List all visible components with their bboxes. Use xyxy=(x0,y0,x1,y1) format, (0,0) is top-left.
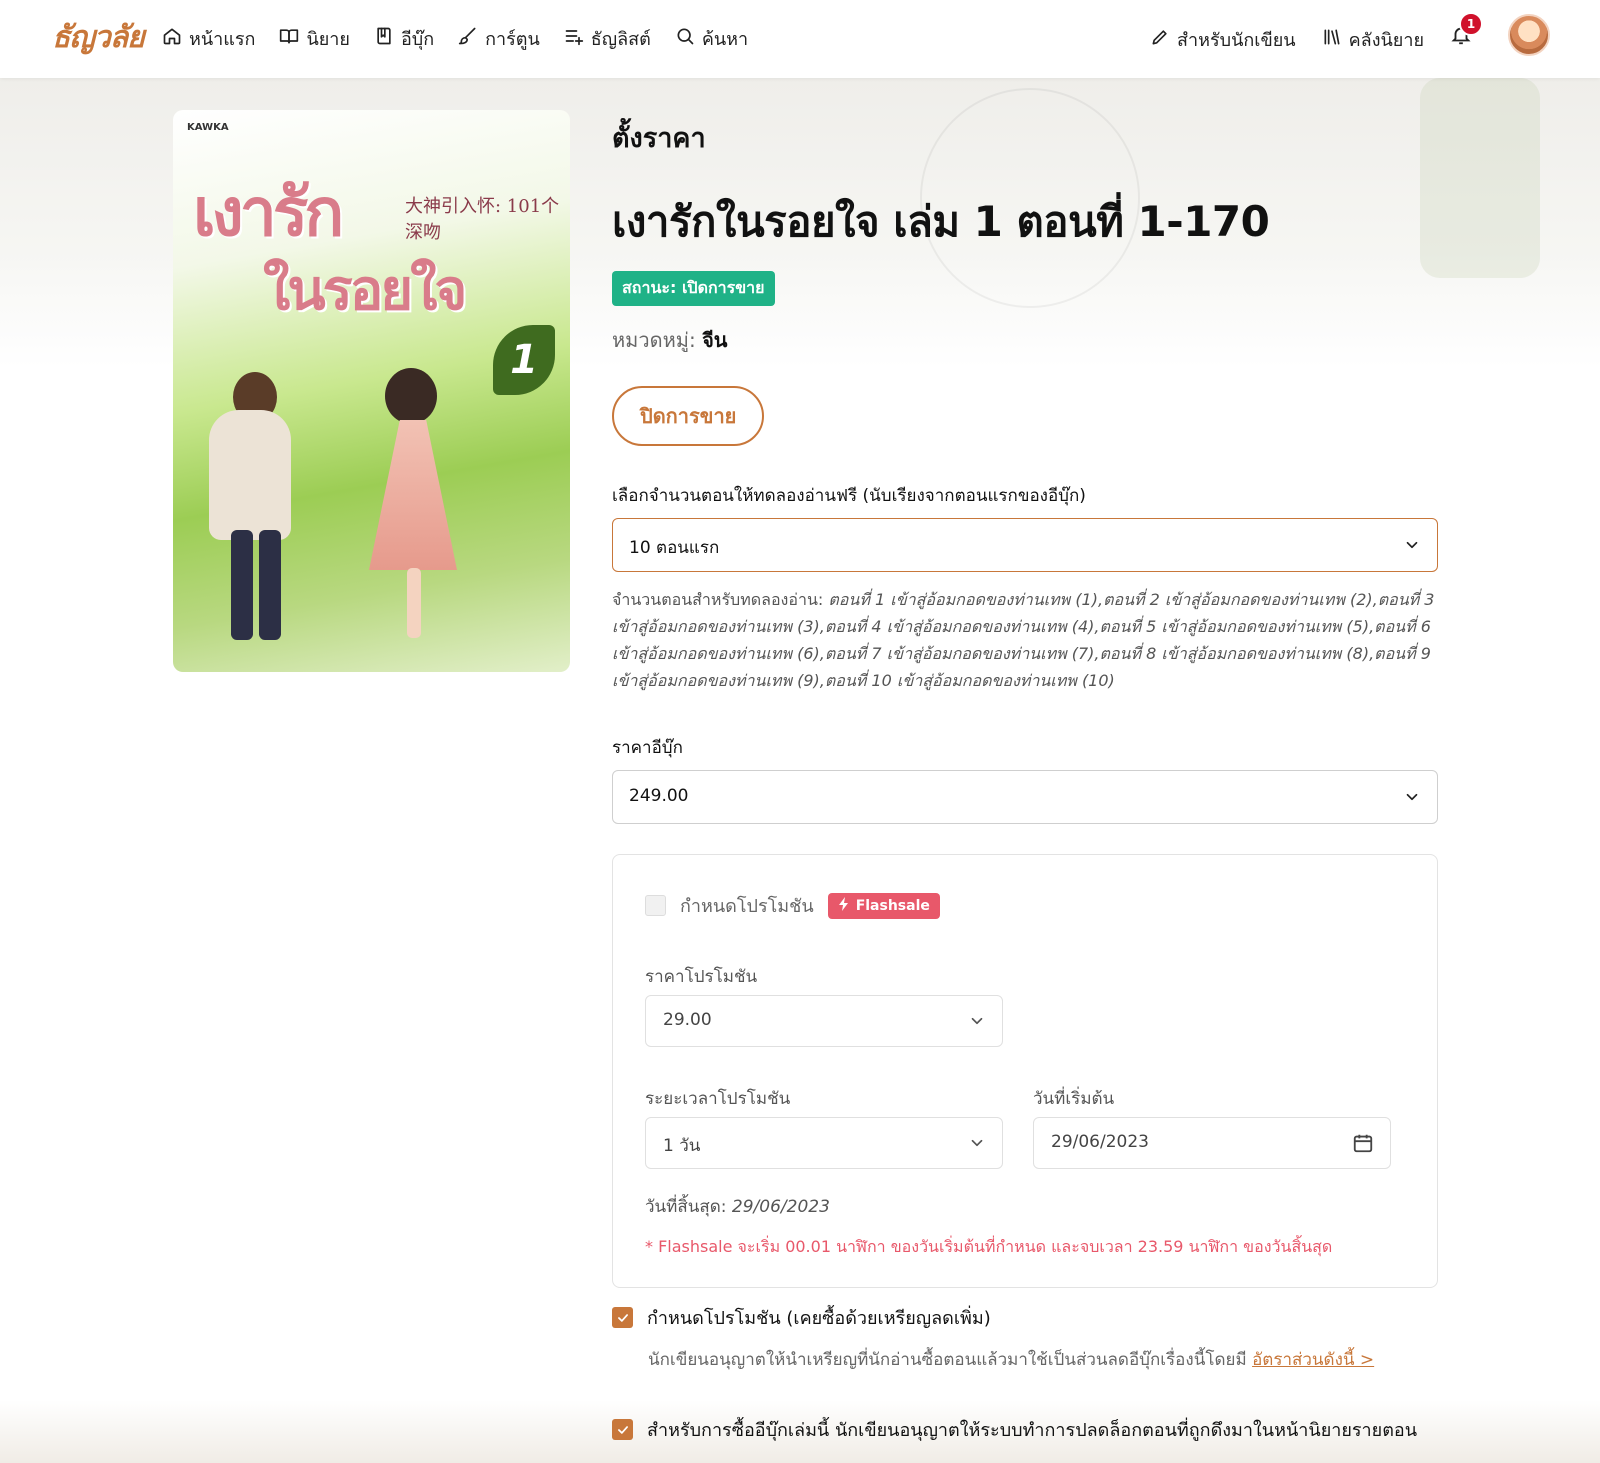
search-icon xyxy=(675,26,695,51)
nav-library-label: คลังนิยาย xyxy=(1348,29,1424,51)
promo-start-value: 29/06/2023 xyxy=(1051,1132,1149,1152)
nav-home[interactable]: หน้าแรก xyxy=(162,24,255,53)
nav-ebooks[interactable]: อีบุ๊ก xyxy=(374,24,434,53)
chevron-down-icon xyxy=(1403,536,1421,554)
cover-illustration xyxy=(231,530,253,640)
main-nav: หน้าแรก นิยาย อีบุ๊ก การ์ตูน ธัญลิสต์ ค้… xyxy=(162,24,772,53)
cover-title-line2: ในรอยใจ xyxy=(263,257,467,323)
nav-search-label: ค้นหา xyxy=(701,29,749,50)
free-trial-label: เลือกจำนวนตอนให้ทดลองอ่านฟรี (นับเรียงจา… xyxy=(612,486,1086,506)
close-sale-button[interactable]: ปิดการขาย xyxy=(612,386,765,446)
free-trial-summary-label: จำนวนตอนสำหรับทดลองอ่าน: xyxy=(612,590,824,609)
promo-end-value: 29/06/2023 xyxy=(731,1197,830,1217)
user-avatar[interactable] xyxy=(1508,14,1550,56)
promo-start-date-input[interactable]: 29/06/2023 xyxy=(1033,1117,1391,1169)
nav-for-writers[interactable]: สำหรับนักเขียน xyxy=(1150,25,1296,54)
site-logo[interactable]: ธัญวลัย xyxy=(52,14,145,62)
promotion-card: กำหนดโปรโมชัน Flashsale ราคาโปรโมชัน 29.… xyxy=(612,854,1438,1288)
status-badge: สถานะ: เปิดการขาย xyxy=(612,271,775,306)
pricing-form: ตั้งราคา เงารักในรอยใจ เล่ม 1 ตอนที่ 1-1… xyxy=(612,110,1438,1288)
cover-volume-badge: 1 xyxy=(493,325,555,395)
promo-price-select[interactable]: 29.00 xyxy=(645,995,1003,1047)
cover-illustration xyxy=(209,410,291,540)
unlock-checkbox[interactable] xyxy=(612,1419,633,1440)
chevron-down-icon xyxy=(968,1012,986,1030)
price-select[interactable]: 249.00 xyxy=(612,770,1438,824)
ebook-icon xyxy=(374,26,394,51)
nav-right: สำหรับนักเขียน คลังนิยาย 1 xyxy=(1150,12,1550,56)
promotion-toggle-row: กำหนดโปรโมชัน Flashsale xyxy=(645,891,940,920)
nav-novels[interactable]: นิยาย xyxy=(279,24,350,53)
top-navbar: ธัญวลัย หน้าแรก นิยาย อีบุ๊ก การ์ตูน ธัญ… xyxy=(0,0,1600,78)
promo-duration-label: ระยะเวลาโปรโมชัน xyxy=(645,1089,791,1109)
nav-comics[interactable]: การ์ตูน xyxy=(458,24,540,53)
cover-illustration xyxy=(259,530,281,640)
promo-price-label: ราคาโปรโมชัน xyxy=(645,967,758,987)
price-label: ราคาอีบุ๊ก xyxy=(612,738,683,758)
library-icon xyxy=(1322,27,1342,52)
nav-tunlist[interactable]: ธัญลิสต์ xyxy=(564,24,651,53)
check-icon xyxy=(617,1425,628,1434)
promo-end-label: วันที่สิ้นสุด: xyxy=(645,1197,727,1217)
nav-for-writers-label: สำหรับนักเขียน xyxy=(1177,29,1296,51)
flashsale-badge-label: Flashsale xyxy=(855,897,930,914)
flashsale-note: * Flashsale จะเริ่ม 00.01 นาฬิกา ของวันเ… xyxy=(645,1237,1333,1256)
notification-count-badge: 1 xyxy=(1459,12,1483,36)
flashsale-badge: Flashsale xyxy=(827,892,940,919)
cover-illustration xyxy=(369,420,457,570)
unlock-label: สำหรับการซื้ออีบุ๊กเล่มนี้ นักเขียนอนุญา… xyxy=(647,1420,1418,1441)
free-trial-summary: จำนวนตอนสำหรับทดลองอ่าน: ตอนที่ 1 เข้าสู… xyxy=(612,586,1438,694)
promo-duration-select[interactable]: 1 วัน xyxy=(645,1117,1003,1169)
nav-home-label: หน้าแรก xyxy=(189,29,256,50)
nav-novels-label: นิยาย xyxy=(306,29,350,50)
cover-illustration xyxy=(407,568,421,638)
book-open-icon xyxy=(279,26,299,51)
unlock-row: สำหรับการซื้ออีบุ๊กเล่มนี้ นักเขียนอนุญา… xyxy=(612,1415,1417,1444)
promotion-checkbox[interactable] xyxy=(645,895,666,916)
chevron-down-icon xyxy=(968,1134,986,1152)
cover-chinese-title: 大神引入怀: 101个深吻 xyxy=(405,196,560,243)
promo-start-label: วันที่เริ่มต้น xyxy=(1033,1089,1115,1109)
promo-duration-value: 1 วัน xyxy=(663,1136,701,1156)
list-add-icon xyxy=(564,26,584,51)
hero-decoration xyxy=(1420,78,1540,278)
coin-promo-label: กำหนดโปรโมชัน (เคยซื้อด้วยเหรียญลดเพิ่ม) xyxy=(647,1308,991,1329)
promotion-checkbox-label: กำหนดโปรโมชัน xyxy=(680,896,814,917)
brush-icon xyxy=(458,26,478,51)
nav-comics-label: การ์ตูน xyxy=(485,29,540,50)
calendar-icon[interactable] xyxy=(1352,1132,1374,1154)
coin-promo-checkbox[interactable] xyxy=(612,1307,633,1328)
nav-search[interactable]: ค้นหา xyxy=(675,24,748,53)
promo-price-value: 29.00 xyxy=(663,1010,712,1030)
book-cover: KAWKA เงารัก ในรอยใจ 大神引入怀: 101个深吻 1 xyxy=(173,110,570,672)
coin-promo-row: กำหนดโปรโมชัน (เคยซื้อด้วยเหรียญลดเพิ่ม) xyxy=(612,1303,991,1332)
pencil-icon xyxy=(1150,27,1170,52)
price-value: 249.00 xyxy=(629,786,689,806)
nav-tunlist-label: ธัญลิสต์ xyxy=(590,29,651,50)
category-label: หมวดหมู่: xyxy=(612,328,696,352)
book-title: เงารักในรอยใจ เล่ม 1 ตอนที่ 1-170 xyxy=(612,197,1270,246)
section-title: ตั้งราคา xyxy=(612,123,706,154)
ratio-link[interactable]: อัตราส่วนดังนี้ > xyxy=(1252,1350,1374,1370)
chevron-down-icon xyxy=(1403,788,1421,806)
free-trial-select[interactable]: 10 ตอนแรก xyxy=(612,518,1438,572)
category: หมวดหมู่: จีน xyxy=(612,324,1438,356)
lightning-icon xyxy=(838,896,850,915)
cover-publisher: KAWKA xyxy=(187,122,229,133)
home-icon xyxy=(162,26,182,51)
cover-illustration xyxy=(385,368,437,424)
check-icon xyxy=(617,1313,628,1322)
promo-end-date: วันที่สิ้นสุด: 29/06/2023 xyxy=(645,1193,830,1220)
coin-promo-description: นักเขียนอนุญาตให้นำเหรียญที่นักอ่านซื้อต… xyxy=(648,1346,1374,1373)
coin-promo-description-text: นักเขียนอนุญาตให้นำเหรียญที่นักอ่านซื้อต… xyxy=(648,1350,1247,1370)
nav-library[interactable]: คลังนิยาย xyxy=(1322,25,1424,54)
nav-ebooks-label: อีบุ๊ก xyxy=(400,29,435,50)
category-value: จีน xyxy=(702,328,728,352)
notification-button[interactable]: 1 xyxy=(1450,12,1483,50)
free-trial-selected: 10 ตอนแรก xyxy=(629,538,720,558)
